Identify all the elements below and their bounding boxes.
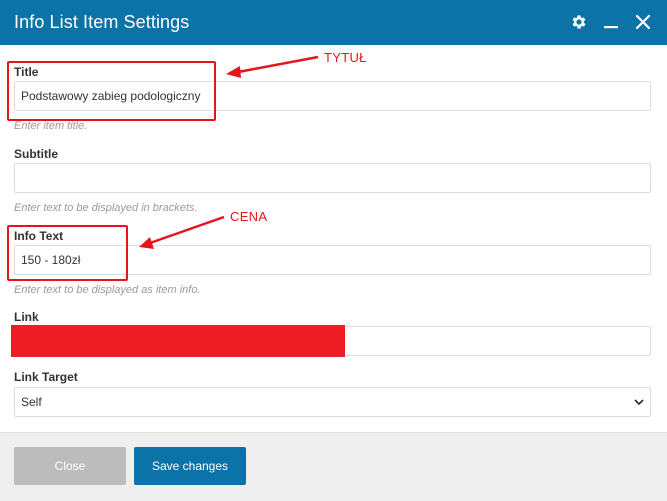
link-target-selected: Self <box>21 395 42 409</box>
subtitle-label: Subtitle <box>14 147 58 161</box>
title-help-text: Enter item title. <box>14 120 88 132</box>
price-annotation: CENA <box>230 209 268 224</box>
dialog-title: Info List Item Settings <box>14 12 190 32</box>
subtitle-help-text: Enter text to be displayed in brackets. <box>14 202 198 214</box>
close-icon[interactable] <box>633 12 653 32</box>
info-text-label: Info Text <box>14 229 64 243</box>
minimize-icon[interactable] <box>601 12 621 32</box>
title-input[interactable] <box>14 81 651 111</box>
save-changes-button[interactable]: Save changes <box>134 447 246 485</box>
info-text-help-text: Enter text to be displayed as item info. <box>14 284 201 296</box>
dialog-footer: Close Save changes <box>0 432 667 501</box>
redaction-bar <box>11 325 345 357</box>
title-annotation: TYTUŁ <box>324 50 367 65</box>
info-text-input[interactable] <box>14 245 651 275</box>
link-label: Link <box>14 310 39 324</box>
subtitle-input[interactable] <box>14 163 651 193</box>
dialog-header: Info List Item Settings <box>0 0 667 45</box>
chevron-down-icon <box>634 395 644 409</box>
gear-icon[interactable] <box>569 12 589 32</box>
close-button[interactable]: Close <box>14 447 126 485</box>
window-controls <box>569 12 653 32</box>
link-target-select[interactable]: Self <box>14 387 651 417</box>
title-label: Title <box>14 65 39 79</box>
link-target-label: Link Target <box>14 370 78 384</box>
